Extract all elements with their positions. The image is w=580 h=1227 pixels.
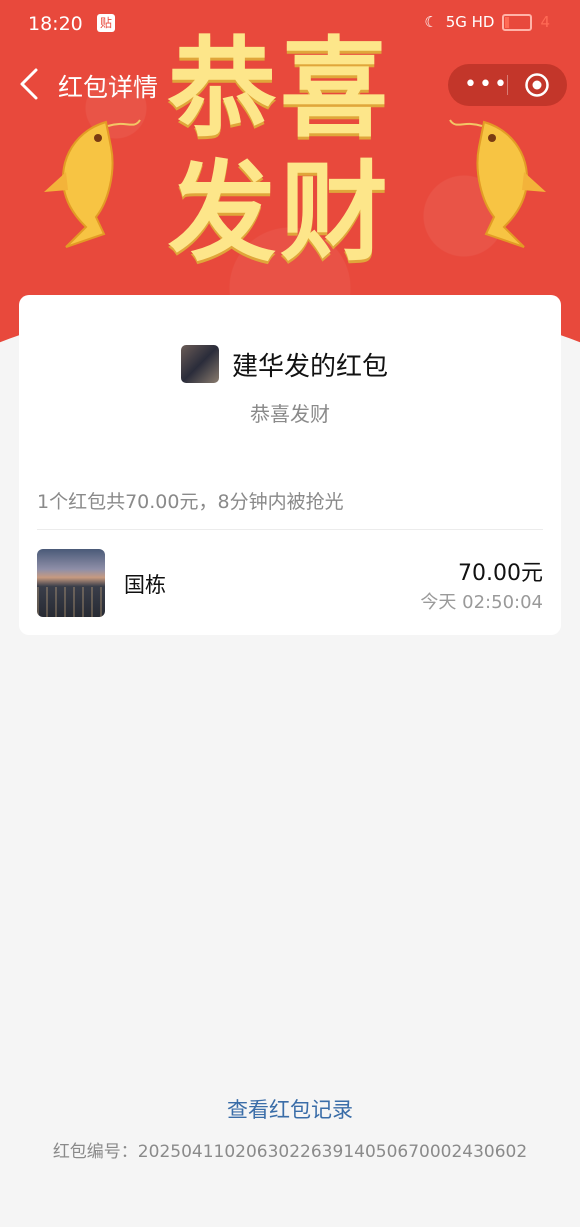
- status-right: ☾ 5G HD 4: [424, 13, 550, 31]
- banner-greeting: 恭喜 发财: [168, 28, 418, 276]
- banner-line-2: 发财: [168, 151, 393, 276]
- receiver-avatar: [37, 549, 105, 617]
- receiver-amount: 70.00元: [458, 561, 543, 586]
- packet-wish: 恭喜发财: [250, 402, 330, 426]
- back-arrow-icon[interactable]: [16, 66, 46, 102]
- battery-icon: [502, 13, 533, 31]
- battery-level: 4: [540, 13, 550, 31]
- packet-summary: 1个红包共70.00元，8分钟内被抢光: [37, 491, 344, 513]
- miniprogram-capsule: •••: [448, 64, 567, 106]
- capsule-divider: [507, 75, 508, 95]
- view-records-link[interactable]: 查看红包记录: [0, 1094, 580, 1124]
- left-koi-fish-icon: [44, 119, 141, 248]
- app-notification-icon: 贴: [97, 14, 115, 32]
- status-time: 18:20: [28, 13, 83, 35]
- receiver-time: 今天 02:50:04: [420, 592, 543, 613]
- page-title: 红包详情: [58, 73, 159, 102]
- right-koi-fish-icon: [449, 119, 546, 248]
- red-packet-card: 建华发的红包 恭喜发财 1个红包共70.00元，8分钟内被抢光 国栋 70.00…: [19, 295, 561, 635]
- sender-avatar: [181, 345, 219, 383]
- receiver-name: 国栋: [124, 573, 166, 597]
- moon-icon: ☾: [424, 13, 438, 31]
- packet-serial-number: 红包编号：20250411020630226391405067000243060…: [52, 1142, 528, 1162]
- sender-title: 建华发的红包: [232, 352, 389, 382]
- network-indicator: 5G HD: [445, 13, 495, 31]
- status-bar: 18:20 贴 ☾ 5G HD 4: [0, 0, 580, 48]
- close-target-icon[interactable]: [524, 72, 550, 98]
- more-menu-icon[interactable]: •••: [464, 72, 509, 97]
- divider: [37, 529, 543, 530]
